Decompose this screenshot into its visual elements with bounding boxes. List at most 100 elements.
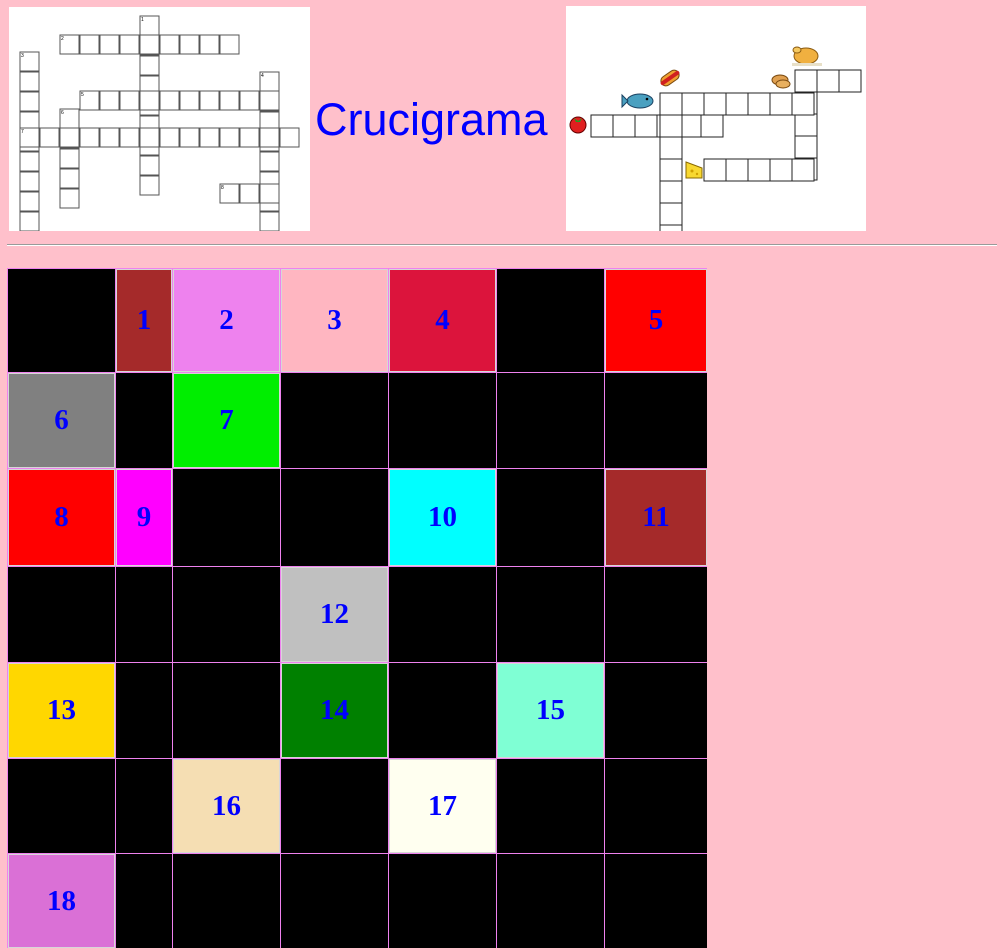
grid-cell-blank[interactable] bbox=[389, 373, 496, 468]
horizontal-divider bbox=[7, 244, 997, 246]
grid-cell-blank[interactable] bbox=[605, 663, 707, 758]
crossword-box bbox=[59, 168, 80, 189]
crossword-box bbox=[159, 90, 180, 111]
crossword-box bbox=[659, 224, 683, 231]
chicken-icon bbox=[792, 46, 822, 66]
grid-cell-11[interactable]: 11 bbox=[605, 469, 707, 566]
crossword-box bbox=[99, 34, 120, 55]
grid-cell-9[interactable]: 9 bbox=[116, 469, 172, 566]
crossword-box bbox=[725, 92, 749, 116]
clue-number: 6 bbox=[61, 110, 64, 116]
grid-cell-blank[interactable] bbox=[281, 469, 388, 566]
grid-cell-blank[interactable] bbox=[116, 854, 172, 948]
grid-cell-4[interactable]: 4 bbox=[389, 269, 496, 372]
grid-cell-blank[interactable] bbox=[605, 373, 707, 468]
grid-cell-10[interactable]: 10 bbox=[389, 469, 496, 566]
grid-cell-blank[interactable] bbox=[8, 269, 115, 372]
crossword-box bbox=[838, 69, 862, 93]
grid-cell-blank[interactable] bbox=[116, 567, 172, 662]
clue-number: 3 bbox=[21, 53, 24, 59]
crossword-box bbox=[59, 188, 80, 209]
crossword-box bbox=[139, 55, 160, 76]
grid-cell-blank[interactable] bbox=[116, 373, 172, 468]
crossword-box bbox=[79, 34, 100, 55]
grid-cell-1[interactable]: 1 bbox=[116, 269, 172, 372]
grid-cell-blank[interactable] bbox=[497, 469, 604, 566]
grid-cell-blank[interactable] bbox=[173, 854, 280, 948]
grid-cell-blank[interactable] bbox=[497, 759, 604, 853]
grid-cell-2[interactable]: 2 bbox=[173, 269, 280, 372]
crossword-box bbox=[119, 34, 140, 55]
grid-cell-blank[interactable] bbox=[497, 567, 604, 662]
crossword-box bbox=[791, 158, 815, 182]
grid-cell-blank[interactable] bbox=[8, 759, 115, 853]
crossword-box bbox=[139, 127, 160, 148]
crossword-box bbox=[725, 158, 749, 182]
crossword-box bbox=[159, 127, 180, 148]
grid-cell-13[interactable]: 13 bbox=[8, 663, 115, 758]
grid-cell-12[interactable]: 12 bbox=[281, 567, 388, 662]
crossword-box bbox=[612, 114, 636, 138]
crossword-box bbox=[219, 127, 240, 148]
crossword-box bbox=[659, 202, 683, 226]
crossword-box bbox=[816, 69, 840, 93]
grid-cell-blank[interactable] bbox=[173, 469, 280, 566]
grid-cell-blank[interactable] bbox=[389, 663, 496, 758]
grid-cell-blank[interactable] bbox=[281, 854, 388, 948]
food-crossword-boxes bbox=[590, 69, 862, 231]
crossword-box bbox=[703, 158, 727, 182]
crossword-box bbox=[19, 151, 40, 172]
crossword-box bbox=[659, 114, 683, 138]
grid-cell-7[interactable]: 7 bbox=[173, 373, 280, 468]
crossword-box bbox=[769, 158, 793, 182]
grid-cell-8[interactable]: 8 bbox=[8, 469, 115, 566]
grid-cell-blank[interactable] bbox=[8, 567, 115, 662]
clue-number: 5 bbox=[81, 92, 84, 98]
crossword-box bbox=[659, 92, 683, 116]
grid-cell-blank[interactable] bbox=[173, 663, 280, 758]
grid-cell-14[interactable]: 14 bbox=[281, 663, 388, 758]
grid-cell-blank[interactable] bbox=[116, 759, 172, 853]
crossword-box bbox=[159, 34, 180, 55]
crossword-box bbox=[179, 90, 200, 111]
crossword-box bbox=[19, 71, 40, 92]
grid-cell-blank[interactable] bbox=[116, 663, 172, 758]
grid-cell-16[interactable]: 16 bbox=[173, 759, 280, 853]
crossword-box bbox=[199, 127, 220, 148]
crossword-box bbox=[219, 34, 240, 55]
color-number-grid: 1 2 3 4 5 6 7 8 9 10 11 12 13 14 15 16 17 18 bbox=[7, 268, 707, 948]
crossword-box bbox=[139, 90, 160, 111]
crossword-box bbox=[681, 92, 705, 116]
crossword-box bbox=[179, 127, 200, 148]
grid-cell-6[interactable]: 6 bbox=[8, 373, 115, 468]
grid-cell-blank[interactable] bbox=[605, 567, 707, 662]
crossword-box bbox=[239, 90, 260, 111]
grid-cell-blank[interactable] bbox=[389, 854, 496, 948]
crossword-grid-drawing: 1 2 3 4 5 6 7 8 bbox=[19, 15, 300, 231]
crossword-box bbox=[19, 211, 40, 231]
grid-cell-blank[interactable] bbox=[497, 373, 604, 468]
crossword-image-food bbox=[566, 6, 866, 231]
crossword-box bbox=[700, 114, 724, 138]
crossword-box bbox=[703, 92, 727, 116]
crossword-box bbox=[769, 92, 793, 116]
crossword-box bbox=[139, 155, 160, 176]
grid-cell-3[interactable]: 3 bbox=[281, 269, 388, 372]
grid-cell-blank[interactable] bbox=[173, 567, 280, 662]
grid-cell-blank[interactable] bbox=[281, 759, 388, 853]
crossword-box bbox=[794, 69, 818, 93]
grid-cell-blank[interactable] bbox=[497, 854, 604, 948]
grid-cell-15[interactable]: 15 bbox=[497, 663, 604, 758]
grid-cell-blank[interactable] bbox=[281, 373, 388, 468]
grid-cell-blank[interactable] bbox=[605, 854, 707, 948]
grid-cell-blank[interactable] bbox=[389, 567, 496, 662]
grid-cell-18[interactable]: 18 bbox=[8, 854, 115, 948]
grid-cell-blank[interactable] bbox=[605, 759, 707, 853]
crossword-box bbox=[239, 127, 260, 148]
grid-cell-blank[interactable] bbox=[497, 269, 604, 372]
grid-cell-17[interactable]: 17 bbox=[389, 759, 496, 853]
grid-cell-5[interactable]: 5 bbox=[605, 269, 707, 372]
crossword-box bbox=[747, 92, 771, 116]
crossword-box bbox=[259, 183, 280, 204]
crossword-box bbox=[747, 158, 771, 182]
